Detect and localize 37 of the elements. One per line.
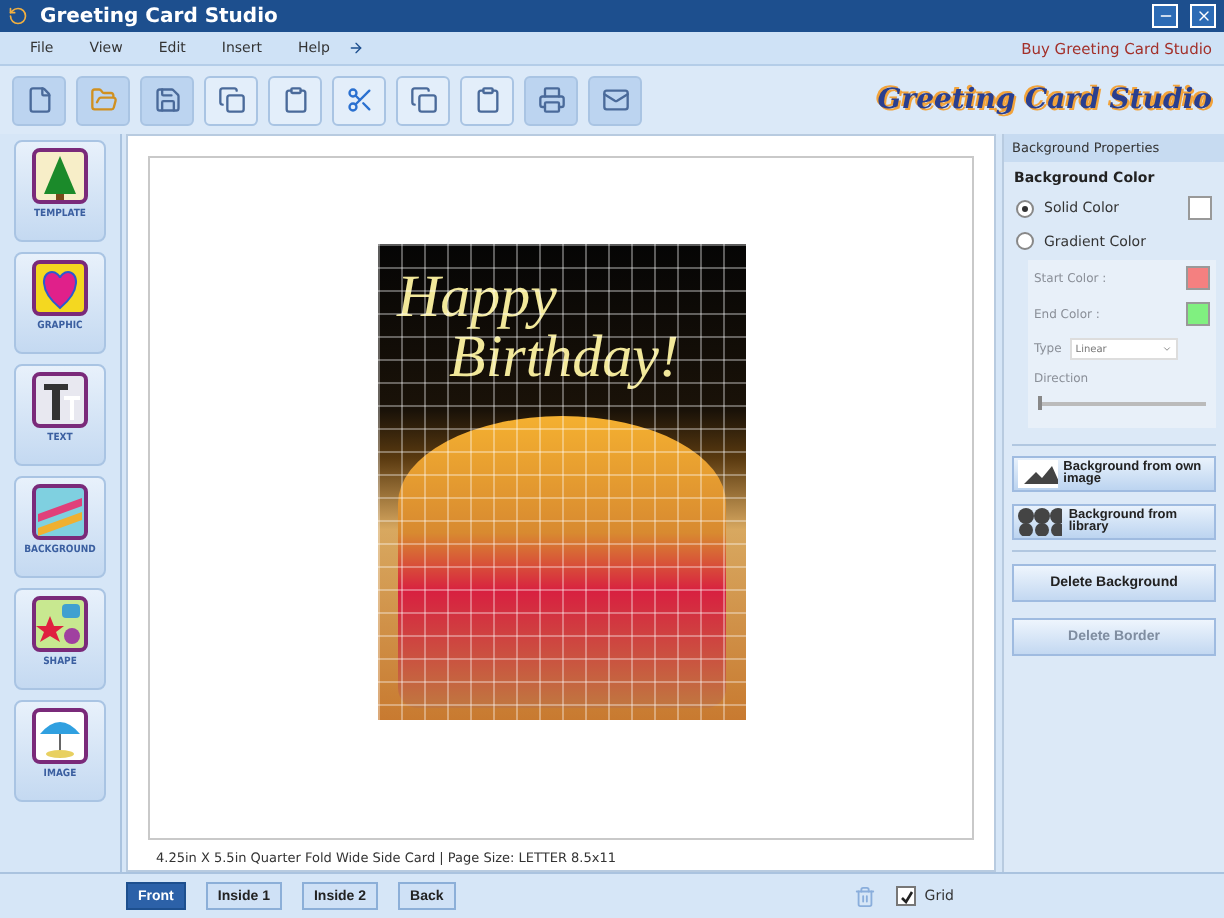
- umbrella-icon: [30, 706, 90, 766]
- toolbar-button[interactable]: [588, 75, 642, 125]
- save-icon: [153, 86, 181, 114]
- mail-icon: [601, 86, 629, 114]
- picture-icon: [1018, 460, 1058, 488]
- logo: Greeting Card Studio: [877, 84, 1212, 116]
- toolbar-button[interactable]: [268, 75, 322, 125]
- shapes-icon: [30, 594, 90, 654]
- toolbar-button[interactable]: [396, 75, 450, 125]
- stripes-icon: [30, 482, 90, 542]
- app-icon: [8, 6, 28, 26]
- letter-t-icon: [30, 370, 90, 430]
- toolbar-button[interactable]: [332, 75, 386, 125]
- toolbar-button[interactable]: [460, 75, 514, 125]
- clipboard-icon: [281, 86, 309, 114]
- print-icon: [537, 86, 565, 114]
- copy-icon: [409, 86, 437, 114]
- card-design[interactable]: Happy Birthday!: [377, 244, 745, 720]
- close-icon: [1195, 8, 1211, 24]
- new-file-icon: [25, 86, 53, 114]
- arrow-icon: [347, 40, 364, 56]
- card-text: Birthday!: [449, 328, 679, 388]
- pattern-icon: [1018, 508, 1063, 536]
- minimize-button[interactable]: [1152, 4, 1178, 28]
- card-text: Happy: [394, 268, 557, 328]
- close-button[interactable]: [1190, 4, 1216, 28]
- toolbar-button[interactable]: [140, 75, 194, 125]
- paste-icon: [473, 86, 501, 114]
- chevron-down-icon: [1161, 344, 1172, 354]
- toolbar-button[interactable]: [12, 75, 66, 125]
- open-folder-icon: [89, 86, 117, 114]
- toolbar-button[interactable]: [524, 75, 578, 125]
- color-swatch[interactable]: [1188, 196, 1212, 220]
- toolbar-button[interactable]: [204, 75, 258, 125]
- window-title: Greeting Card Studio: [40, 5, 280, 27]
- tree-icon: [30, 146, 90, 206]
- cut-icon: [345, 86, 373, 114]
